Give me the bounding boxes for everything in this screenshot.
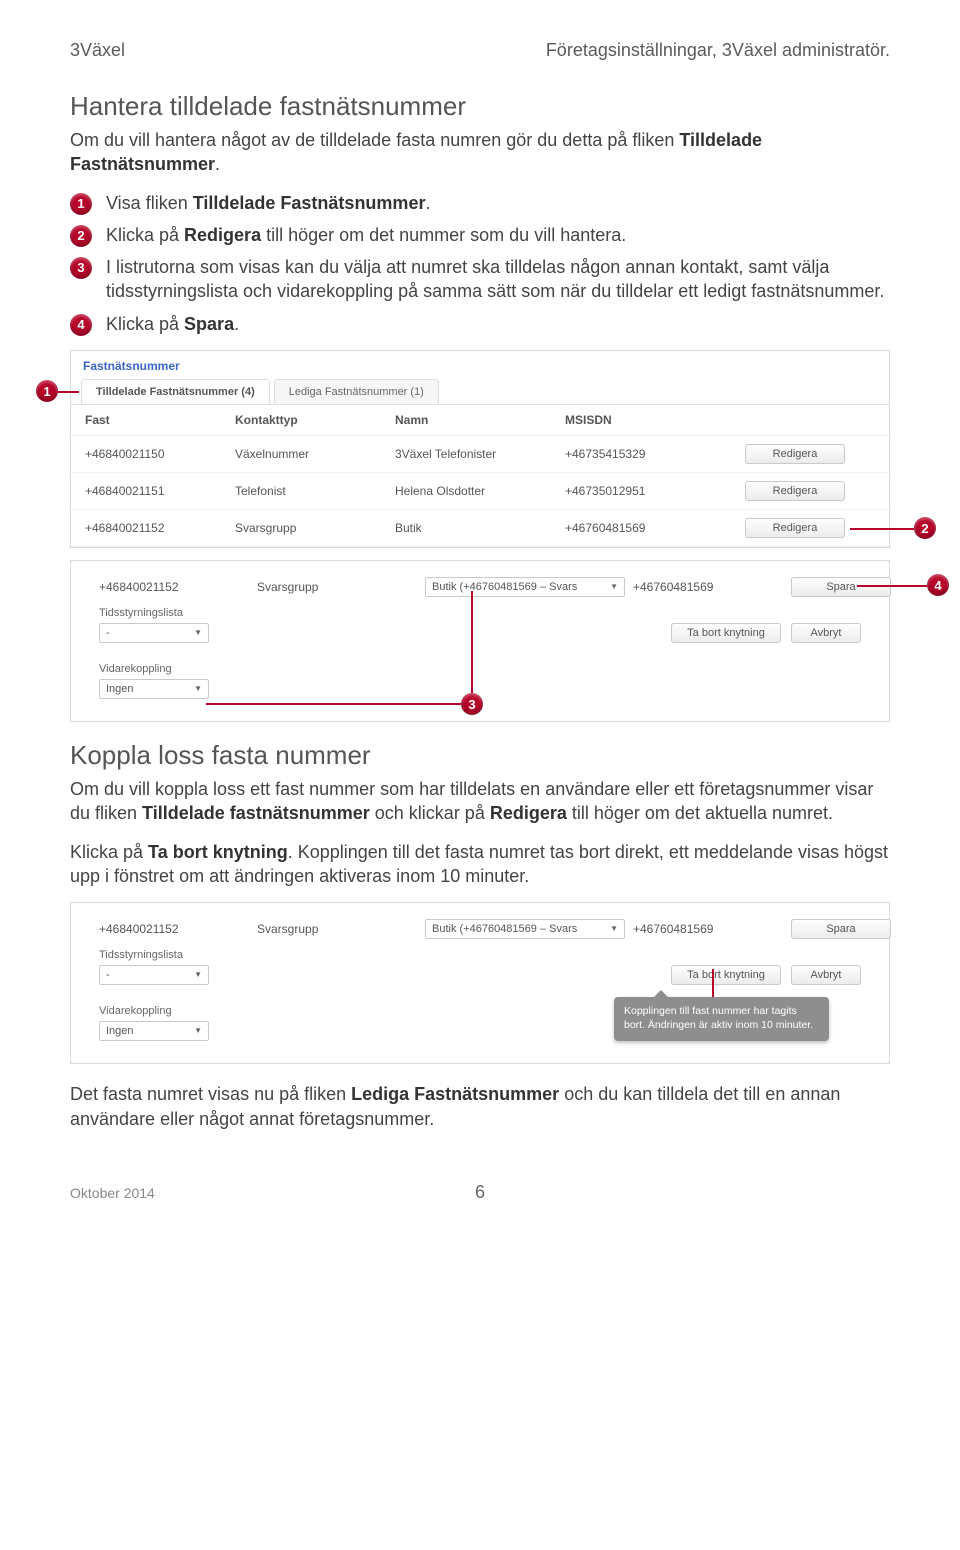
cancel-button[interactable]: Avbryt (791, 965, 861, 985)
section2-p3: Det fasta numret visas nu på fliken Ledi… (70, 1082, 890, 1131)
col-msisdn: MSISDN (565, 413, 745, 427)
tab-tilldelade[interactable]: Tilldelade Fastnätsnummer (4) (81, 379, 270, 404)
section2-heading: Koppla loss fasta nummer (70, 740, 890, 771)
remove-binding-button[interactable]: Ta bort knytning (671, 965, 781, 985)
step-bullet-2: 2 (70, 225, 92, 247)
tooltip-unbound: Kopplingen till fast nummer har tagits b… (614, 997, 829, 1040)
section2-p2: Klicka på Ta bort knytning. Kopplingen t… (70, 840, 890, 889)
tids-label: Tidsstyrningslista (99, 607, 209, 619)
table-row: +46840021151 Telefonist Helena Olsdotter… (71, 473, 889, 510)
leader-4 (857, 585, 927, 587)
panel-title: Fastnätsnummer (71, 351, 889, 375)
tab-lediga[interactable]: Lediga Fastnätsnummer (1) (274, 379, 439, 404)
callout-3: 3 (461, 693, 483, 715)
cancel-button[interactable]: Avbryt (791, 623, 861, 643)
screenshot-2: +46840021152 Svarsgrupp Butik (+46760481… (70, 902, 890, 1064)
save-button[interactable]: Spara (791, 919, 891, 939)
tab-row: Tilldelade Fastnätsnummer (4) Lediga Fas… (71, 375, 889, 405)
col-kontakttyp: Kontakttyp (235, 413, 395, 427)
tids-select[interactable]: - (99, 965, 209, 985)
step-list: 1 Visa fliken Tilldelade Fastnätsnummer.… (70, 191, 890, 336)
edit-button[interactable]: Redigera (745, 481, 845, 501)
tids-select[interactable]: - (99, 623, 209, 643)
edit-row: +46840021152 Svarsgrupp Butik (+46760481… (85, 913, 875, 945)
edit-button[interactable]: Redigera (745, 444, 845, 464)
table-row: +46840021150 Växelnummer 3Växel Telefoni… (71, 436, 889, 473)
tooltip-leader (712, 969, 714, 997)
leader-3h (206, 703, 472, 705)
table-head: Fast Kontakttyp Namn MSISDN (71, 405, 889, 436)
leader-2 (850, 528, 914, 530)
vidare-select[interactable]: Ingen (99, 679, 209, 699)
section1-heading: Hantera tilldelade fastnätsnummer (70, 91, 890, 122)
screenshot-1: 1 Fastnätsnummer Tilldelade Fastnätsnumm… (70, 350, 890, 722)
contact-select[interactable]: Butik (+46760481569 – Svars (425, 577, 625, 597)
step-4: 4 Klicka på Spara. (70, 312, 890, 336)
step-bullet-3: 3 (70, 257, 92, 279)
vidare-select[interactable]: Ingen (99, 1021, 209, 1041)
panel-edit-2: +46840021152 Svarsgrupp Butik (+46760481… (70, 902, 890, 1064)
table-row: +46840021152 Svarsgrupp Butik +467604815… (71, 510, 889, 547)
step-3: 3 I listrutorna som visas kan du välja a… (70, 255, 890, 304)
edit-button-highlight[interactable]: Redigera (745, 518, 845, 538)
footer-page: 6 (475, 1182, 485, 1203)
callout-4: 4 (927, 574, 949, 596)
footer-date: Oktober 2014 (70, 1185, 155, 1201)
header-right: Företagsinställningar, 3Växel administra… (546, 40, 890, 61)
callout-1: 1 (36, 380, 58, 402)
save-button[interactable]: Spara (791, 577, 891, 597)
edit-row: +46840021152 Svarsgrupp Butik (+46760481… (85, 571, 875, 603)
col-fast: Fast (85, 413, 235, 427)
panel-fastnatsnummer: Fastnätsnummer Tilldelade Fastnätsnummer… (70, 350, 890, 548)
sub-row-1: Tidsstyrningslista - Ta bort knytning Av… (85, 945, 875, 993)
step-bullet-1: 1 (70, 193, 92, 215)
leader-1 (57, 391, 79, 393)
panel-edit: +46840021152 Svarsgrupp Butik (+46760481… (70, 560, 890, 722)
header-left: 3Växel (70, 40, 125, 61)
page-footer: Oktober 2014 6 (0, 1165, 960, 1221)
sub-row-1: Tidsstyrningslista - Ta bort knytning Av… (85, 603, 875, 651)
step-bullet-4: 4 (70, 314, 92, 336)
remove-binding-button[interactable]: Ta bort knytning (671, 623, 781, 643)
step-2: 2 Klicka på Redigera till höger om det n… (70, 223, 890, 247)
page-header: 3Växel Företagsinställningar, 3Växel adm… (70, 40, 890, 61)
callout-2: 2 (914, 517, 936, 539)
step-1: 1 Visa fliken Tilldelade Fastnätsnummer. (70, 191, 890, 215)
col-namn: Namn (395, 413, 565, 427)
leader-3v (471, 591, 473, 703)
contact-select[interactable]: Butik (+46760481569 – Svars (425, 919, 625, 939)
vidare-label: Vidarekoppling (99, 663, 209, 675)
section2-p1: Om du vill koppla loss ett fast nummer s… (70, 777, 890, 826)
section1-intro: Om du vill hantera något av de tilldelad… (70, 128, 890, 177)
